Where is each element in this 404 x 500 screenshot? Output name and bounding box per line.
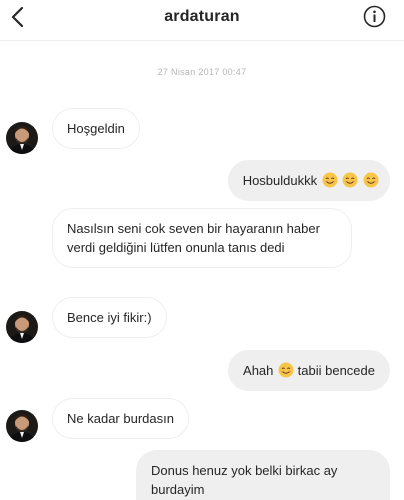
incoming-message: Hoşgeldin — [52, 108, 140, 149]
message-timestamp: 27 Nisan 2017 00:47 — [157, 67, 247, 77]
message-text: Hosbuldukkk — [242, 173, 318, 188]
info-icon — [363, 5, 386, 28]
info-button[interactable] — [363, 5, 386, 28]
avatar[interactable] — [6, 410, 38, 442]
avatar[interactable] — [6, 122, 38, 154]
outgoing-message: Hosbuldukkk — [227, 160, 390, 201]
avatar-image — [6, 122, 38, 154]
message-text-before-emoji: Ahah — [243, 363, 274, 378]
outgoing-message: Donus henuz yok belki birkac ay burdayim — [136, 450, 390, 500]
incoming-message: Ne kadar burdasın — [52, 398, 189, 439]
message-text: Bence iyi fikir:) — [67, 310, 152, 325]
message-text: Hoşgeldin — [67, 121, 125, 136]
message-text: Nasılsın seni cok seven bir hayaranın ha… — [67, 221, 320, 255]
message-text-after-emoji: tabii bencede — [297, 363, 375, 378]
chat-screen: ardaturan 27 Nisan 2017 00:47 Hoşgeldin … — [0, 0, 404, 500]
message-text: Ne kadar burdasın — [67, 411, 174, 426]
avatar[interactable] — [6, 311, 38, 343]
incoming-message: Nasılsın seni cok seven bir hayaranın ha… — [52, 208, 352, 268]
avatar-image — [6, 311, 38, 343]
incoming-message: Bence iyi fikir:) — [52, 297, 167, 338]
avatar-image — [6, 410, 38, 442]
smiling-face-emoji — [342, 172, 358, 188]
smiling-face-emoji — [278, 362, 294, 378]
chat-username[interactable]: ardaturan — [0, 8, 404, 26]
smiling-face-emoji — [363, 172, 379, 188]
message-text: Donus henuz yok belki birkac ay burdayim — [151, 463, 338, 497]
smiling-face-emoji — [322, 172, 338, 188]
outgoing-message: Ahah tabii bencede — [228, 350, 390, 391]
chat-header: ardaturan — [0, 0, 404, 41]
